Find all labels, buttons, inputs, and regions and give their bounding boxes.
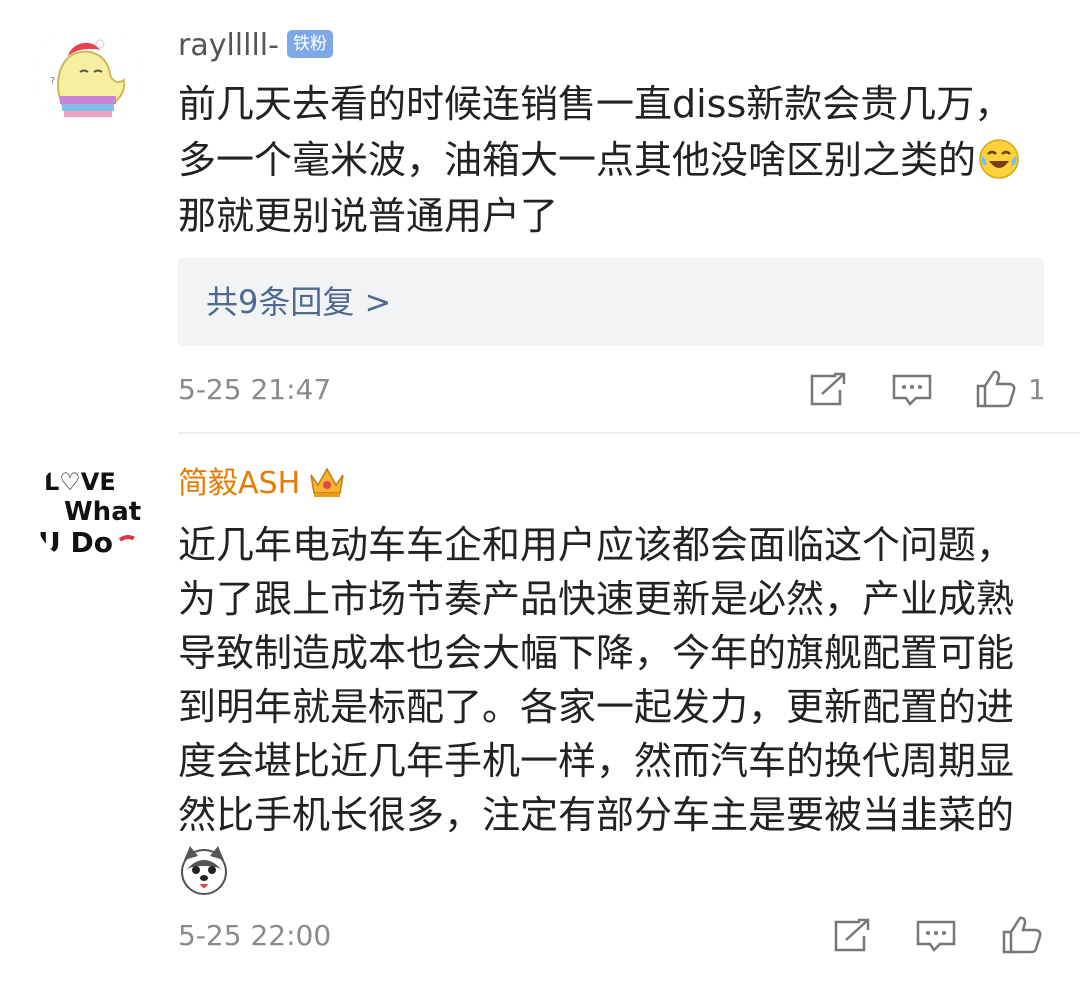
comment-text: 近几年电动车车企和用户应该都会面临这个问题， 为了跟上市场节奏产品快速更新是必然…: [178, 518, 1058, 896]
comment-line: 导致制造成本也会大幅下降，今年的旗舰配置可能: [178, 631, 1015, 675]
username-text[interactable]: 简毅ASH: [178, 466, 300, 501]
crown-badge-icon: [310, 466, 344, 497]
avatar-text: L♡VE: [44, 468, 116, 496]
share-icon[interactable]: [830, 916, 874, 956]
comment-username[interactable]: 简毅ASH: [178, 464, 346, 504]
avatar-text: U Do: [38, 526, 113, 559]
comment-line: 到明年就是标配了。各家一起发力，更新配置的进: [178, 685, 1015, 729]
husky-dog-emoji-icon: [181, 846, 227, 895]
comment-line: 度会堪比近几年手机一样，然而汽车的换代周期显: [178, 739, 1015, 783]
love-what-u-do-avatar-icon: L♡VE What U Do: [34, 456, 142, 564]
comment-time: 5-25 22:00: [178, 919, 332, 952]
avatar-text: What: [64, 497, 141, 527]
thumbs-up-icon[interactable]: [1000, 914, 1044, 954]
comment-line: 近几年电动车车企和用户应该都会面临这个问题，: [178, 523, 1015, 567]
avatar[interactable]: L♡VE What U Do: [34, 456, 142, 564]
comment-list: ? raylllll- 铁粉 前几天去看的时候连销售一直diss新款会贵几万， 多…: [0, 0, 1080, 982]
comment-line: 为了跟上市场节奏产品快速更新是必然，产业成熟: [178, 577, 1015, 621]
comment-icon[interactable]: [914, 916, 958, 956]
comment-line: 然比手机长很多，注定有部分车主是要被当韭菜的: [178, 793, 1015, 837]
comment-item: L♡VE What U Do 简毅ASH 近几年电动车车企和用户应该都会面临这个…: [0, 0, 1080, 954]
